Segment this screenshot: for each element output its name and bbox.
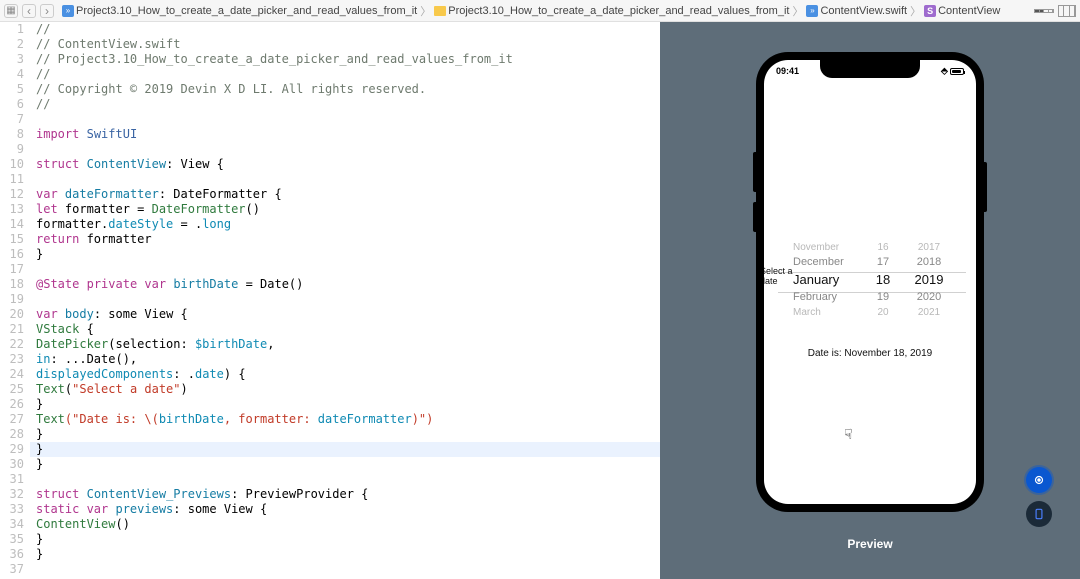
code-editor[interactable]: 1234567891011121314151617181920212223242… — [0, 22, 660, 579]
wifi-icon — [941, 66, 948, 77]
device-settings-button[interactable] — [1026, 501, 1052, 527]
phone-side-button — [753, 152, 756, 192]
crumb-project1[interactable]: Project3.10_How_to_create_a_date_picker_… — [76, 5, 417, 17]
swift-file-icon: » — [806, 5, 818, 17]
swift-file-icon: » — [62, 5, 74, 17]
crumb-project2[interactable]: Project3.10_How_to_create_a_date_picker_… — [448, 5, 789, 17]
phone-side-button — [753, 202, 756, 232]
preview-title: Preview — [660, 537, 1080, 551]
line-gutter: 1234567891011121314151617181920212223242… — [0, 22, 30, 579]
iphone-bezel: 09:41 Select a date NovemberDecemberJanu… — [756, 52, 984, 512]
battery-icon — [950, 68, 964, 75]
date-output-text: Date is: November 18, 2019 — [764, 348, 976, 359]
nav-forward-icon[interactable] — [40, 4, 54, 18]
main-split: 1234567891011121314151617181920212223242… — [0, 22, 1080, 579]
date-picker[interactable]: Select a date NovemberDecemberJanuaryFeb… — [764, 240, 976, 330]
related-items-icon[interactable] — [4, 4, 18, 18]
live-preview-button[interactable] — [1026, 467, 1052, 493]
phone-side-button — [984, 162, 987, 212]
crumb-file[interactable]: ContentView.swift — [820, 5, 907, 17]
canvas-preview: 09:41 Select a date NovemberDecemberJanu… — [660, 22, 1080, 579]
folder-icon — [434, 6, 446, 16]
breadcrumb-toolbar: » Project3.10_How_to_create_a_date_picke… — [0, 0, 1080, 22]
crumb-symbol[interactable]: ContentView — [938, 5, 1000, 17]
year-wheel[interactable]: 20172018201920202021 — [911, 240, 947, 330]
toolbar-nav-icons — [4, 4, 54, 18]
cursor-hand-icon: ☟ — [844, 426, 853, 443]
struct-icon: S — [924, 5, 936, 17]
date-picker-label: Select a date — [764, 266, 794, 286]
code-area[interactable]: // // ContentView.swift // Project3.10_H… — [30, 22, 660, 579]
breadcrumb[interactable]: » Project3.10_How_to_create_a_date_picke… — [62, 3, 1000, 19]
editor-layout-icon[interactable] — [1058, 5, 1076, 17]
coverage-meter-icon — [1034, 9, 1054, 13]
status-time: 09:41 — [776, 66, 799, 76]
nav-back-icon[interactable] — [22, 4, 36, 18]
month-wheel[interactable]: NovemberDecemberJanuaryFebruaryMarch — [793, 240, 855, 330]
phone-notch — [820, 60, 920, 78]
day-wheel[interactable]: 1617181920 — [873, 240, 893, 330]
phone-screen[interactable]: 09:41 Select a date NovemberDecemberJanu… — [764, 60, 976, 504]
